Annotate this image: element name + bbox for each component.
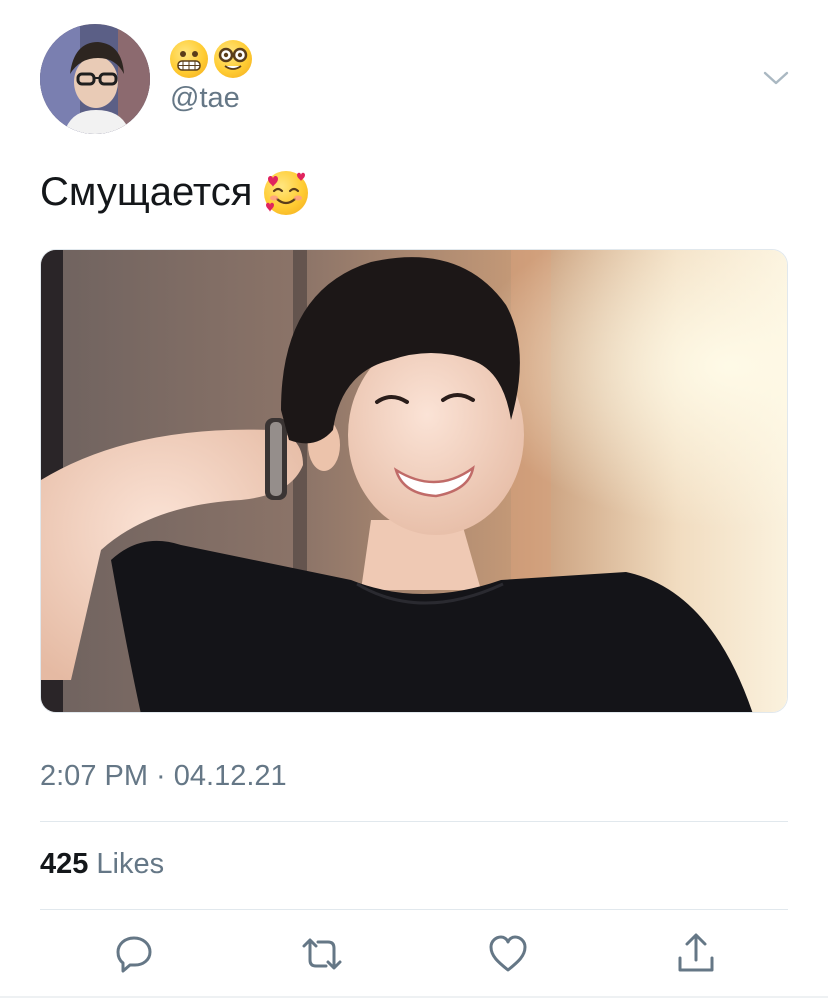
avatar[interactable] — [40, 24, 150, 134]
retweet-icon — [302, 938, 342, 970]
nerd-face-emoji — [214, 40, 252, 78]
smiling-face-with-hearts-emoji — [264, 170, 309, 215]
grimacing-face-emoji — [170, 40, 208, 78]
tweet-text: Смущается — [40, 170, 309, 215]
likes-stat[interactable]: 425 Likes — [40, 848, 164, 881]
share-button[interactable] — [672, 930, 720, 978]
tweet-timestamp[interactable]: 2:07 PM · 04.12.21 — [40, 760, 287, 793]
user-handle[interactable]: @tae — [170, 82, 240, 115]
display-name[interactable] — [170, 38, 252, 80]
likes-count: 425 — [40, 848, 89, 880]
chevron-down-icon[interactable] — [762, 66, 790, 90]
like-button[interactable] — [484, 930, 532, 978]
tweet-photo[interactable] — [40, 249, 788, 713]
reply-button[interactable] — [110, 930, 158, 978]
heart-icon — [489, 935, 527, 972]
likes-label: Likes — [96, 848, 165, 880]
share-icon — [678, 933, 714, 972]
tweet-text-content: Смущается — [40, 170, 253, 214]
divider — [40, 821, 788, 822]
divider — [40, 909, 788, 910]
tweet-action-bar — [0, 930, 828, 978]
tweet-card: @tae Смущается 2:07 PM · 04.12.21 425 Li… — [0, 0, 828, 998]
retweet-button[interactable] — [298, 930, 346, 978]
comment-icon — [116, 936, 152, 973]
